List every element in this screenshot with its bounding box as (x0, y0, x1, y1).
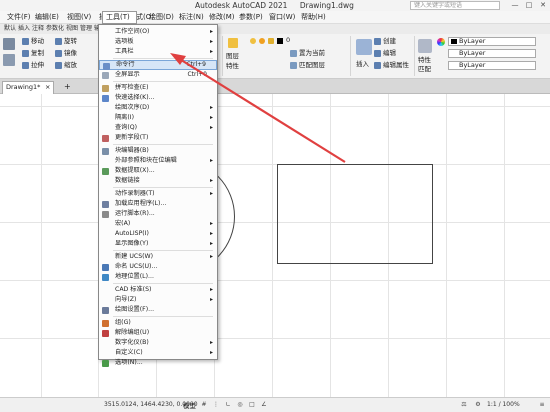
model-space-button[interactable]: 模型 (183, 400, 196, 410)
otrack-toggle-icon[interactable]: ∠ (260, 401, 268, 409)
osnap-toggle-icon[interactable]: □ (248, 401, 256, 409)
ortho-toggle-icon[interactable]: ∟ (224, 401, 232, 409)
annotation-arrow (170, 53, 346, 163)
status-bar: 3515.0124, 1464.4230, 0.0000 模型 # ⋮ ∟ ◎ … (0, 397, 550, 412)
annotation-scale-value[interactable]: 1:1 / 100% (487, 401, 520, 408)
arrow-head (170, 53, 186, 65)
grid-toggle-icon[interactable]: # (200, 401, 208, 409)
customize-menu-icon[interactable]: ≡ (538, 401, 546, 409)
polar-toggle-icon[interactable]: ◎ (236, 401, 244, 409)
workspace-gear-icon[interactable]: ⚙ (474, 401, 482, 409)
annotation-scale-icon[interactable]: ⚖ (460, 401, 468, 409)
arrow-shaft (177, 57, 346, 163)
snap-toggle-icon[interactable]: ⋮ (212, 401, 220, 409)
